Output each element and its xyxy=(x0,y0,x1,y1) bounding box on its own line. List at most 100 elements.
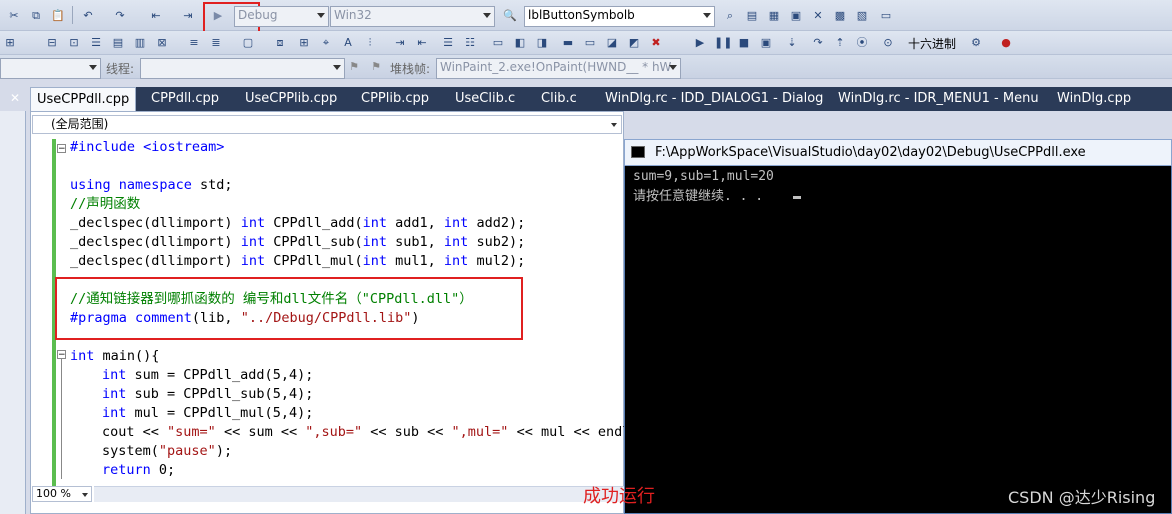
solution-explorer-icon[interactable]: ▤ xyxy=(744,8,760,24)
code-token: mul1, xyxy=(387,253,444,269)
outdent-icon[interactable]: ⇤ xyxy=(414,35,430,51)
tab-useclib[interactable]: UseClib.c xyxy=(455,87,515,111)
thread-label: 线程: xyxy=(106,62,135,76)
horizontal-scrollbar[interactable] xyxy=(94,486,624,502)
uncomment-icon[interactable]: ☷ xyxy=(462,35,478,51)
step-over-icon[interactable]: ↷ xyxy=(810,35,826,51)
align-icon[interactable]: ≣ xyxy=(208,35,224,51)
toolbar-icon[interactable]: A xyxy=(340,35,356,51)
tab-usecppdll[interactable]: UseCPPdll.cpp xyxy=(30,87,137,112)
paste-icon[interactable]: 📋 xyxy=(50,8,66,24)
platform-dropdown[interactable]: Win32 xyxy=(330,6,495,27)
bookmark-icon[interactable]: ◩ xyxy=(626,35,642,51)
thread-dropdown[interactable] xyxy=(140,58,345,79)
toolbar-icon[interactable]: ☰ xyxy=(88,35,104,51)
toolbar-icon[interactable]: ⊡ xyxy=(66,35,82,51)
cut-icon[interactable]: ✂ xyxy=(6,8,22,24)
output-icon[interactable]: ▩ xyxy=(832,8,848,24)
separator xyxy=(72,6,73,24)
toolbar-icon[interactable]: ⊟ xyxy=(44,35,60,51)
stop-icon[interactable]: ■ xyxy=(736,35,752,51)
undo-icon[interactable]: ↶ xyxy=(80,8,96,24)
step-into-icon[interactable]: ⇣ xyxy=(784,35,800,51)
zoom-dropdown[interactable]: 100 % xyxy=(32,486,92,502)
start-debug-icon[interactable]: ▶ xyxy=(210,8,226,24)
continue-icon[interactable]: ▶ xyxy=(692,35,708,51)
highlight-box xyxy=(55,277,523,340)
tab-cpplib[interactable]: CPPlib.cpp xyxy=(361,87,429,111)
tab-cppdll[interactable]: CPPdll.cpp xyxy=(151,87,219,111)
find-icon[interactable]: 🔍 xyxy=(502,8,518,24)
class-view-icon[interactable]: ▣ xyxy=(788,8,804,24)
find-combo[interactable]: lblButtonSymbolb xyxy=(524,6,715,27)
tab-windlg-dialog[interactable]: WinDlg.rc - IDD_DIALOG1 - Dialog xyxy=(605,87,823,111)
code-token: int xyxy=(70,348,95,364)
code-token: _declspec(dllimport) xyxy=(70,234,241,250)
code-token: int xyxy=(443,215,469,231)
bookmark-icon[interactable]: ▭ xyxy=(490,35,506,51)
toolbar-icon[interactable]: ⌖ xyxy=(318,35,334,51)
toolbar-icon[interactable]: ⊠ xyxy=(154,35,170,51)
breakpoint-icon[interactable]: ⦿ xyxy=(854,35,870,51)
config-dropdown[interactable]: Debug xyxy=(234,6,329,27)
collapse-icon[interactable]: − xyxy=(57,144,66,154)
quick-watch-icon[interactable]: ⊙ xyxy=(880,35,896,51)
redo-icon[interactable]: ↷ xyxy=(112,8,128,24)
start-page-icon[interactable]: ▧ xyxy=(854,8,870,24)
toolbar-icon[interactable]: ⧈ xyxy=(272,35,288,51)
bookmark-next-icon[interactable]: ◨ xyxy=(534,35,550,51)
tab-usecpplib[interactable]: UseCPPlib.cpp xyxy=(245,87,337,111)
zoom-value: 100 % xyxy=(36,487,71,500)
collapse-icon[interactable]: − xyxy=(57,350,66,360)
console-title-bar: F:\AppWorkSpace\VisualStudio\day02\day02… xyxy=(624,139,1172,166)
pause-icon[interactable]: ❚❚ xyxy=(714,35,732,51)
tab-windlg-menu[interactable]: WinDlg.rc - IDR_MENU1 - Menu xyxy=(838,87,1039,111)
bookmark-prev-icon[interactable]: ◧ xyxy=(512,35,528,51)
chevron-down-icon xyxy=(483,13,491,18)
comment-icon[interactable]: ☰ xyxy=(440,35,456,51)
console-line: sum=9,sub=1,mul=20 xyxy=(633,169,774,184)
navigate-back-icon[interactable]: ⇤ xyxy=(148,8,164,24)
toolbar-icon[interactable]: ⚙ xyxy=(968,35,984,51)
scope-dropdown[interactable]: (全局范围) xyxy=(32,115,622,134)
copy-icon[interactable]: ⧉ xyxy=(28,8,44,24)
flag-all-icon[interactable]: ⚑ xyxy=(368,59,384,75)
stack-frame-dropdown[interactable]: WinPaint_2.exe!OnPaint(HWND__ * hW xyxy=(436,58,681,79)
breakpoints-window-icon[interactable]: ● xyxy=(998,35,1014,51)
window-icon[interactable]: ▭ xyxy=(878,8,894,24)
flag-icon[interactable]: ⚑ xyxy=(346,59,362,75)
code-token: main(){ xyxy=(94,348,160,364)
chevron-down-icon xyxy=(703,13,711,18)
toolbar-icon[interactable]: ▥ xyxy=(132,35,148,51)
tab-clib[interactable]: Clib.c xyxy=(541,87,577,111)
bookmark-icon[interactable]: ◪ xyxy=(604,35,620,51)
properties-icon[interactable]: ▦ xyxy=(766,8,782,24)
restart-icon[interactable]: ▣ xyxy=(758,35,774,51)
close-icon[interactable]: ✕ xyxy=(10,91,20,105)
code-token: mul = CPPdll_mul(5,4); xyxy=(126,405,314,421)
clear-bookmarks-icon[interactable]: ✖ xyxy=(648,35,664,51)
hex-toggle[interactable]: 十六进制 xyxy=(908,35,956,52)
code-line: _declspec(dllimport) int CPPdll_add(int … xyxy=(70,214,525,233)
toolbar-icon[interactable]: ▤ xyxy=(110,35,126,51)
find-in-files-icon[interactable]: ⌕ xyxy=(722,8,738,24)
code-token: system( xyxy=(102,443,159,459)
indent-icon[interactable]: ⇥ xyxy=(392,35,408,51)
tab-windlg-cpp[interactable]: WinDlg.cpp xyxy=(1057,87,1131,111)
chevron-down-icon xyxy=(669,65,677,70)
navigate-forward-icon[interactable]: ⇥ xyxy=(180,8,196,24)
process-dropdown[interactable] xyxy=(0,58,101,79)
align-icon[interactable]: ≡ xyxy=(186,35,202,51)
bookmark-icon[interactable]: ▭ xyxy=(582,35,598,51)
fold-line xyxy=(61,359,62,479)
code-token: "pause" xyxy=(158,443,216,459)
toolbar-icon[interactable]: ⊞ xyxy=(2,35,18,51)
toolbar-icon[interactable]: ⫶ xyxy=(362,35,378,51)
code-line: using namespace std; xyxy=(70,176,233,195)
toolbar-icon[interactable]: ⊞ xyxy=(296,35,312,51)
step-out-icon[interactable]: ⇡ xyxy=(832,35,848,51)
toolbox-icon[interactable]: ✕ xyxy=(810,8,826,24)
code-token: using xyxy=(70,177,111,193)
toolbar-icon[interactable]: ▢ xyxy=(240,35,256,51)
bookmark-icon[interactable]: ▬ xyxy=(560,35,576,51)
